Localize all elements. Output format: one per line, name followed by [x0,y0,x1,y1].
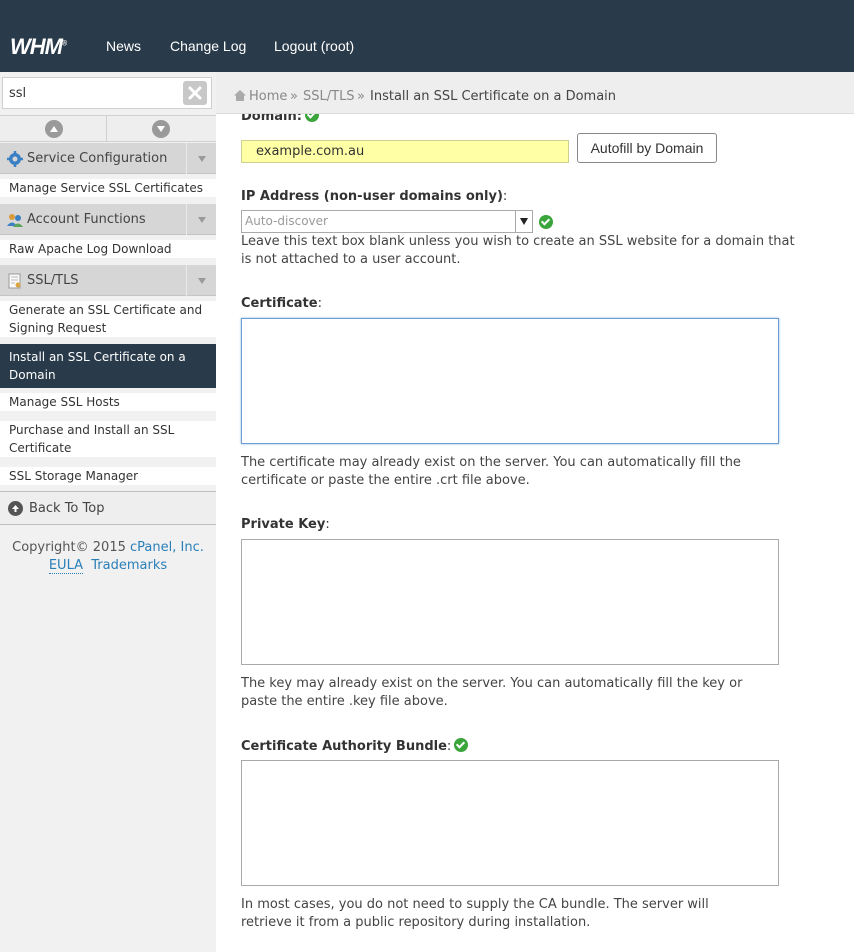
category-service-configuration[interactable]: Service Configuration [0,143,216,174]
nav-logout[interactable]: Logout (root) [274,38,354,54]
category-account-functions[interactable]: Account Functions [0,204,216,235]
logo-text: WHM [10,34,63,59]
ip-help-text: Leave this text box blank unless you wis… [241,234,795,267]
chevron-up-icon [44,119,63,138]
domain-label: Domain: [241,114,319,124]
sidebar-item-manage-ssl-hosts[interactable]: Manage SSL Hosts [0,393,216,411]
top-bar: WHM® News Change Log Logout (root) [0,0,854,72]
category-label: Account Functions [27,212,146,227]
sidebar-item-purchase-install-ssl[interactable]: Purchase and Install an SSL Certificate [0,421,216,457]
ip-address-label: IP Address (non-user domains only): [241,189,508,204]
autofill-by-domain-button[interactable]: Autofill by Domain [577,133,717,163]
main-content: Domain: Autofill by Domain IP Address (n… [216,114,854,952]
search-input[interactable] [3,78,179,108]
sidebar-item-generate-ssl[interactable]: Generate an SSL Certificate and Signing … [0,301,216,337]
private-key-label: Private Key: [241,517,330,532]
arrow-up-icon [8,501,23,516]
ip-placeholder: Auto-discover [245,214,328,228]
ca-bundle-label: Certificate Authority Bundle: [241,738,469,754]
checkmark-icon [539,215,553,229]
category-label: SSL/TLS [27,273,79,288]
collapse-toggle[interactable] [186,143,216,174]
breadcrumb-separator: » [290,89,298,104]
checkmark-icon [304,114,319,122]
private-key-textarea[interactable] [241,539,779,665]
breadcrumb-home[interactable]: Home [249,89,287,104]
scroll-down-button[interactable] [107,116,214,141]
users-icon [7,214,23,227]
dropdown-arrow-icon [515,211,532,232]
chevron-down-icon [197,155,206,162]
scroll-up-button[interactable] [0,116,107,141]
breadcrumb-separator: » [357,89,365,104]
category-label: Service Configuration [27,151,168,166]
domain-field[interactable] [241,140,569,163]
certificate-icon [8,273,21,289]
sidebar-item-manage-service-ssl[interactable]: Manage Service SSL Certificates [0,179,216,197]
close-icon [188,86,202,100]
certificate-label: Certificate: [241,296,322,311]
copyright-line: Copyright© 2015 cPanel, Inc. [0,539,216,557]
collapse-toggle[interactable] [186,265,216,296]
home-icon[interactable] [233,89,247,102]
chevron-down-icon [197,277,206,284]
clear-search-button[interactable] [183,81,207,105]
sidebar-item-ssl-storage[interactable]: SSL Storage Manager [0,467,216,485]
breadcrumb: Home » SSL/TLS » Install an SSL Certific… [216,72,854,114]
nav-news[interactable]: News [106,38,141,54]
search-box [2,77,212,109]
back-to-top-label: Back To Top [29,501,105,516]
private-key-help-text: The key may already exist on the server.… [241,676,743,709]
sidebar-scroll-controls [0,115,216,142]
category-ssl-tls[interactable]: SSL/TLS [0,265,216,296]
back-to-top-button[interactable]: Back To Top [0,491,216,525]
collapse-toggle[interactable] [186,204,216,235]
ca-bundle-textarea[interactable] [241,760,779,886]
ip-address-select[interactable]: Auto-discover [241,210,533,233]
nav-change-log[interactable]: Change Log [170,38,246,54]
logo-mark: ® [61,40,68,48]
copyright-text: Copyright© 2015 [12,540,126,555]
checkmark-icon [454,738,469,752]
chevron-down-icon [197,216,206,223]
sidebar-item-install-ssl[interactable]: Install an SSL Certificate on a Domain [0,344,216,388]
eula-link[interactable]: EULA [48,558,84,574]
certificate-textarea[interactable] [241,318,779,444]
whm-logo[interactable]: WHM® [10,34,67,60]
breadcrumb-ssl-tls[interactable]: SSL/TLS [303,89,355,104]
cpanel-link[interactable]: cPanel, Inc. [130,540,204,555]
certificate-help-text: The certificate may already exist on the… [241,455,741,488]
legal-links: EULA Trademarks [0,557,216,575]
chevron-down-icon [151,119,170,138]
sidebar: Service Configuration Manage Service SSL… [0,72,216,952]
ca-bundle-help-text: In most cases, you do not need to supply… [241,897,709,930]
sidebar-item-raw-apache-log[interactable]: Raw Apache Log Download [0,240,216,258]
trademarks-link[interactable]: Trademarks [91,558,167,573]
gear-icon [7,151,23,167]
breadcrumb-current: Install an SSL Certificate on a Domain [370,89,617,104]
sidebar-footer: Copyright© 2015 cPanel, Inc. EULA Tradem… [0,539,216,575]
